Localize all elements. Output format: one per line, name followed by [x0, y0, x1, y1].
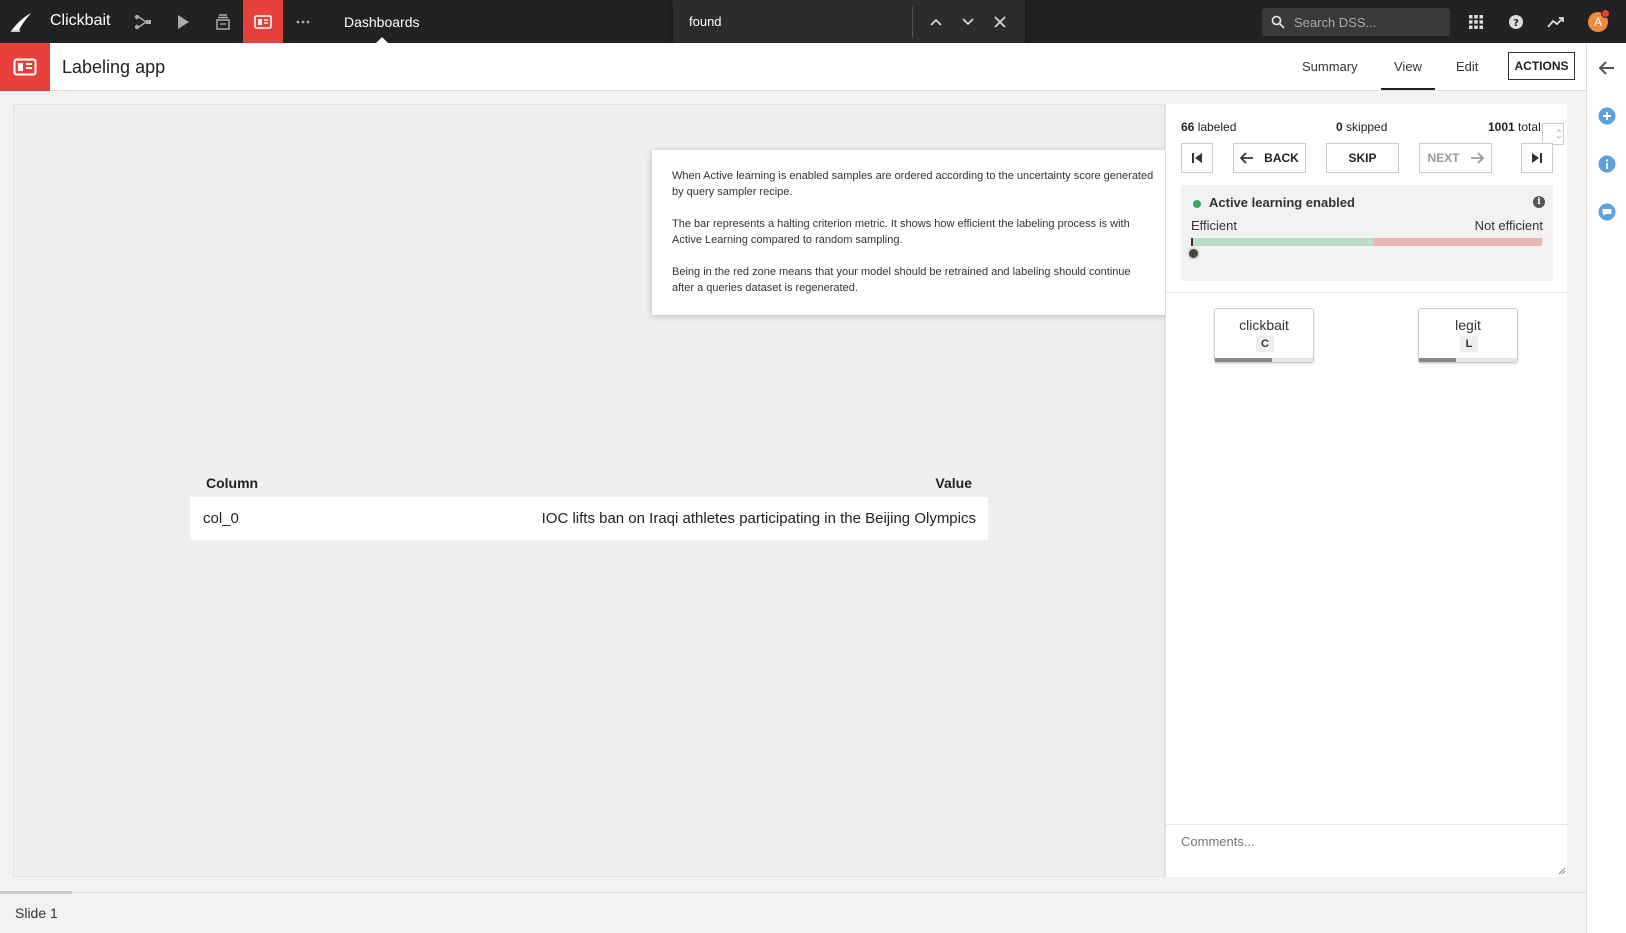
tab-view[interactable]: View [1394, 59, 1422, 74]
more-icon[interactable] [283, 0, 323, 43]
label-button-legit[interactable]: legit L [1418, 308, 1518, 363]
label-name: legit [1455, 317, 1481, 333]
tooltip-paragraph-1: When Active learning is enabled samples … [672, 170, 1154, 198]
record-table: Column Value col_0 IOC lifts ban on Iraq… [190, 470, 988, 540]
add-icon[interactable] [1597, 106, 1617, 126]
label-name: clickbait [1239, 317, 1289, 333]
svg-text:?: ? [1513, 18, 1519, 29]
panel-divider [1166, 292, 1568, 293]
skip-button[interactable]: SKIP [1326, 143, 1399, 173]
bar-marker [1191, 238, 1193, 246]
find-next-icon[interactable] [956, 10, 980, 34]
skip-first-icon [1192, 153, 1202, 163]
table-header: Column Value [190, 470, 988, 497]
not-efficient-zone [1373, 238, 1542, 246]
tab-edit[interactable]: Edit [1456, 59, 1478, 74]
page-title: Labeling app [62, 57, 166, 77]
help-icon[interactable]: ? [1504, 10, 1528, 34]
label-progress-fill [1419, 358, 1457, 362]
total-spinner[interactable] [1542, 123, 1564, 145]
search-icon [1271, 15, 1285, 29]
find-bar: found [673, 0, 1025, 46]
status-dot [1193, 200, 1201, 208]
next-label: NEXT [1427, 151, 1460, 165]
right-rail [1586, 43, 1626, 933]
notebook-icon[interactable] [203, 0, 243, 43]
first-button[interactable] [1181, 143, 1213, 173]
label-shortcut: L [1460, 336, 1478, 352]
cell-column: col_0 [203, 510, 239, 527]
back-button[interactable]: BACK [1233, 143, 1306, 173]
info-icon[interactable] [1597, 154, 1617, 174]
label-button-clickbait[interactable]: clickbait C [1214, 308, 1314, 363]
notification-dot [1601, 9, 1610, 18]
cell-value: IOC lifts ban on Iraqi athletes particip… [541, 510, 976, 527]
label-progress-fill [1215, 358, 1272, 362]
active-tab-indicator [1381, 88, 1435, 90]
info-icon[interactable]: i [1533, 196, 1545, 208]
bar-knob [1187, 247, 1200, 260]
page-header: Labeling app Summary View Edit ACTIONS [0, 43, 1586, 91]
next-button[interactable]: NEXT [1419, 143, 1492, 173]
find-prev-icon[interactable] [924, 10, 948, 34]
chat-icon[interactable] [1597, 202, 1617, 222]
project-name[interactable]: Clickbait [50, 12, 110, 30]
total-stat: 1001 total [1488, 120, 1541, 134]
arrow-left-icon [1240, 152, 1254, 164]
comments-placeholder: Comments... [1181, 834, 1255, 849]
search-placeholder: Search DSS... [1294, 15, 1377, 30]
dashboard-app-icon [0, 43, 50, 91]
labeled-stat: 66 labeled [1181, 120, 1237, 134]
active-learning-title: Active learning enabled [1209, 195, 1355, 210]
section-title[interactable]: Dashboards [344, 14, 420, 30]
tab-summary[interactable]: Summary [1302, 59, 1358, 74]
back-label: BACK [1264, 151, 1299, 165]
tooltip-paragraph-2: The bar represents a halting criterion m… [672, 218, 1130, 246]
last-button[interactable] [1521, 143, 1553, 173]
column-header: Column [206, 475, 259, 491]
skipped-stat: 0 skipped [1336, 120, 1388, 134]
find-separator [912, 7, 913, 37]
value-header: Value [935, 475, 972, 491]
table-row: col_0 IOC lifts ban on Iraqi athletes pa… [190, 497, 988, 540]
not-efficient-label: Not efficient [1474, 218, 1543, 233]
find-input[interactable]: found [689, 14, 722, 29]
label-progress [1215, 358, 1313, 362]
find-close-icon[interactable] [988, 10, 1012, 34]
label-progress [1419, 358, 1517, 362]
collapse-arrow-icon[interactable] [1597, 58, 1617, 78]
trend-icon[interactable] [1544, 10, 1568, 34]
halting-criterion-bar [1191, 238, 1542, 246]
actions-button[interactable]: ACTIONS [1508, 52, 1575, 80]
flow-icon[interactable] [123, 0, 163, 43]
apps-grid-icon[interactable] [1464, 10, 1488, 34]
arrow-right-icon [1470, 152, 1484, 164]
efficient-label: Efficient [1191, 218, 1238, 233]
play-icon[interactable] [163, 0, 203, 43]
slides-footer: Slide 1 [0, 891, 1586, 933]
slide-tab[interactable]: Slide 1 [15, 905, 58, 921]
labeling-panel: 66 labeled 0 skipped 1001 total BACK SKI… [1165, 104, 1568, 877]
efficient-zone [1191, 238, 1374, 246]
label-shortcut: C [1256, 336, 1274, 352]
slide-indicator [0, 891, 72, 894]
comments-field[interactable]: Comments... [1166, 824, 1568, 877]
active-learning-tooltip: When Active learning is enabled samples … [652, 150, 1175, 315]
skip-last-icon [1532, 153, 1542, 163]
tooltip-paragraph-3: Being in the red zone means that your mo… [672, 266, 1131, 294]
resize-handle-icon[interactable] [1558, 867, 1566, 875]
dashboard-icon[interactable] [243, 0, 283, 43]
search-input[interactable]: Search DSS... [1262, 8, 1450, 36]
dss-logo-icon[interactable] [10, 12, 32, 32]
active-learning-box: Active learning enabled i Efficient Not … [1181, 185, 1553, 281]
